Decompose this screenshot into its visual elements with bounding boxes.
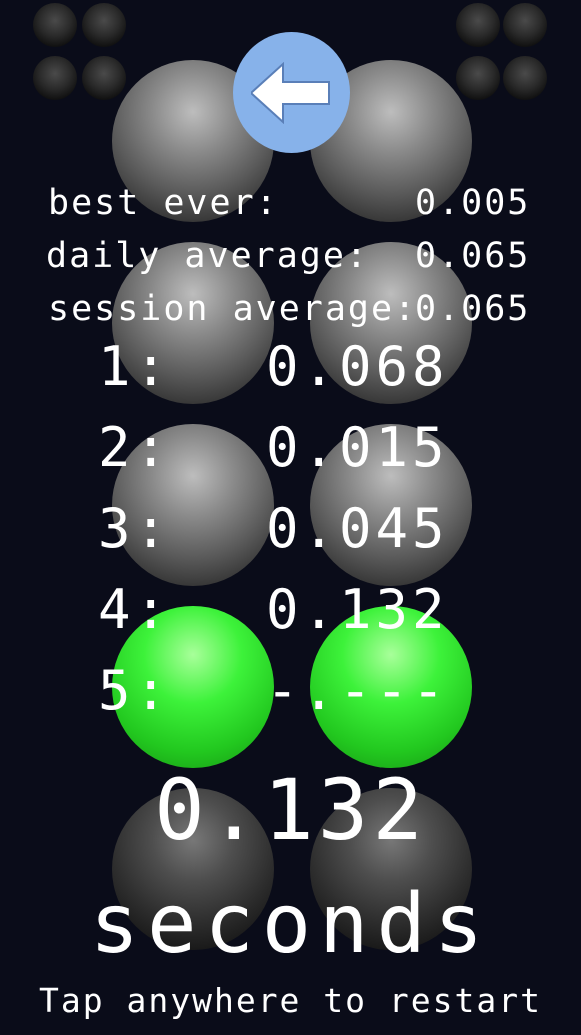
session-average-label: session average: — [48, 289, 418, 329]
trial-1-value: 0.068 — [266, 335, 449, 398]
corner-dot — [456, 3, 500, 47]
best-ever-value: 0.005 — [415, 183, 531, 223]
corner-dot — [503, 3, 547, 47]
trial-5-value: -.--- — [266, 659, 449, 722]
trial-2-label: 2: — [98, 416, 172, 479]
best-ever-label: best ever: — [48, 183, 279, 223]
trial-2-value: 0.015 — [266, 416, 449, 479]
reaction-time-value: 0.132 — [154, 761, 427, 859]
restart-hint: Tap anywhere to restart — [39, 981, 542, 1020]
trial-4-label: 4: — [98, 578, 172, 641]
session-average-value: 0.065 — [415, 289, 531, 329]
corner-dot — [503, 56, 547, 100]
trial-4-value: 0.132 — [266, 578, 449, 641]
corner-dot — [82, 56, 126, 100]
trial-3-value: 0.045 — [266, 497, 449, 560]
daily-average-label: daily average: — [46, 236, 370, 276]
arrow-left-icon — [251, 62, 330, 124]
corner-dot — [82, 3, 126, 47]
corner-dot — [33, 3, 77, 47]
game-screen[interactable]: best ever: 0.005 daily average: 0.065 se… — [0, 0, 581, 1035]
back-button[interactable] — [233, 32, 350, 153]
reaction-time-unit: seconds — [89, 877, 492, 972]
trial-3-label: 3: — [98, 497, 172, 560]
corner-dot — [33, 56, 77, 100]
trial-1-label: 1: — [98, 335, 172, 398]
daily-average-value: 0.065 — [415, 236, 531, 276]
trial-5-label: 5: — [98, 659, 172, 722]
corner-dot — [456, 56, 500, 100]
